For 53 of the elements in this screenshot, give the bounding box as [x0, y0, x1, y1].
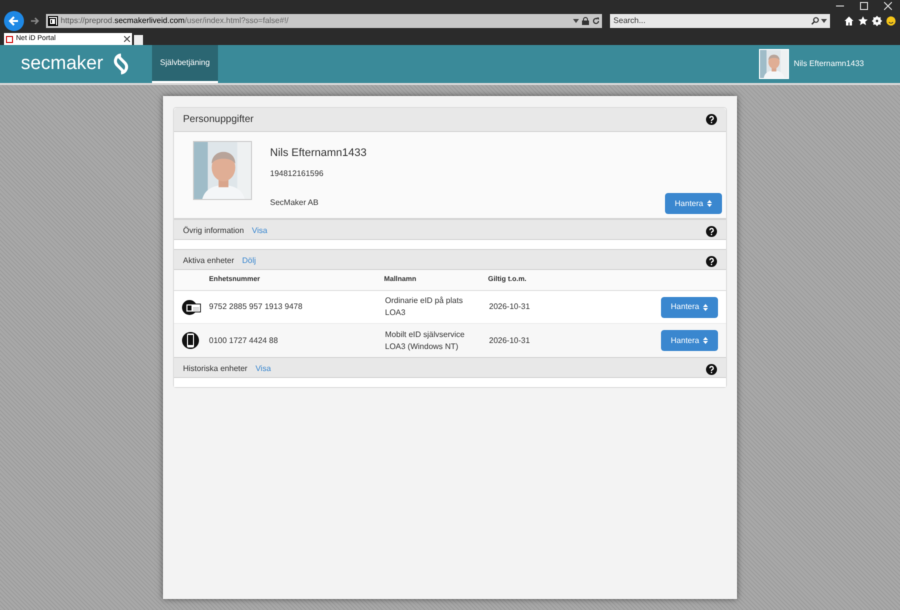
smiley-icon[interactable] [886, 16, 896, 26]
valid-until: 2026-10-31 [489, 334, 531, 346]
search-icon[interactable] [811, 17, 819, 25]
card-icon [182, 300, 201, 314]
template-name: LOA3 [385, 307, 406, 319]
maximize-icon[interactable] [860, 2, 868, 10]
toggle-link[interactable]: Visa [252, 225, 268, 237]
section-title: Historiska enheter [183, 363, 248, 375]
close-icon[interactable] [124, 36, 130, 42]
nav-tab[interactable]: Självbetjäning [152, 45, 218, 83]
refresh-icon[interactable] [592, 17, 600, 25]
user-name: Nils Efternamn1433 [794, 58, 864, 70]
valid-until: 2026-10-31 [489, 301, 531, 313]
back-button[interactable] [4, 11, 24, 31]
home-icon[interactable] [844, 16, 854, 26]
template-name: Ordinarie eID på plats [385, 295, 464, 307]
phone-icon [182, 331, 201, 350]
template-name: LOA3 (Windows NT) [385, 340, 460, 352]
manage-button[interactable]: Hantera [661, 296, 718, 318]
sort-icon [703, 337, 708, 344]
address-field[interactable]: https://preprod.secmakerliveid.com/user/index.html?sso=false#!/ [46, 14, 602, 28]
toggle-link[interactable]: Visa [255, 363, 271, 375]
dropdown-icon[interactable] [573, 19, 580, 23]
person-name: Nils Efternamn1433 [270, 146, 367, 161]
section-title: Personuppgifter [183, 113, 254, 127]
lock-icon [582, 17, 590, 25]
manage-button[interactable]: Hantera [661, 330, 718, 351]
star-icon[interactable] [858, 16, 868, 26]
back-arrow-icon [8, 15, 20, 27]
manage-button[interactable]: Hantera [665, 193, 722, 214]
dropdown-icon[interactable] [821, 19, 827, 23]
forward-arrow-icon [30, 16, 40, 26]
settings-icon[interactable] [872, 16, 882, 26]
section-title: Övrig information [183, 225, 244, 237]
site-icon [48, 16, 58, 26]
help-icon[interactable] [706, 114, 717, 125]
site-icon [6, 36, 13, 42]
help-icon[interactable] [706, 226, 717, 236]
sort-icon [707, 200, 712, 207]
url-text: https://preprod.secmakerliveid.com/user/index.html?sso=false#!/ [60, 15, 290, 27]
id-number: 194812161596 [270, 168, 324, 180]
toggle-link[interactable]: Dölj [242, 255, 256, 267]
search-field[interactable]: Search... [610, 14, 830, 28]
sort-icon [703, 304, 708, 310]
logo-text: secmaker [20, 52, 104, 76]
help-icon[interactable] [706, 364, 717, 374]
organization: SecMaker AB [270, 196, 320, 208]
template-name: Mobilt eID självservice [385, 328, 466, 340]
search-input[interactable]: Search... [613, 15, 811, 27]
help-icon[interactable] [706, 256, 717, 266]
section-title: Aktiva enheter [183, 255, 234, 267]
device-number: 9752 2885 957 1913 9478 [209, 301, 304, 313]
device-number: 0100 1727 4424 88 [209, 334, 279, 346]
